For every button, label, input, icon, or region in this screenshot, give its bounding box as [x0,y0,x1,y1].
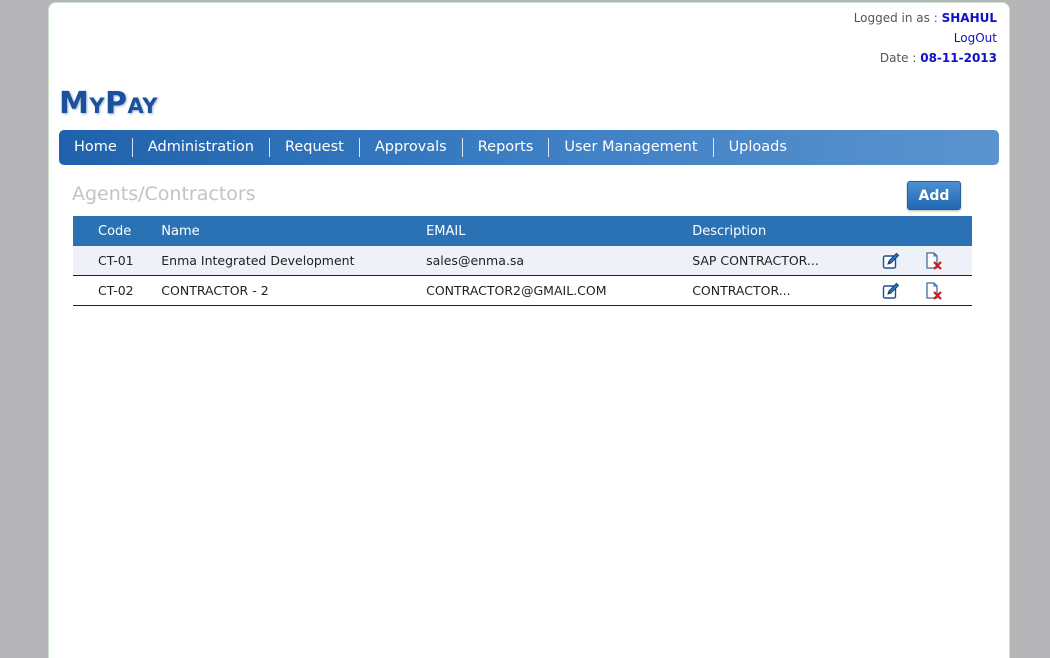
nav-item-uploads[interactable]: Uploads [712,138,802,157]
page-container: Logged in as : SHAHUL LogOut Date : 08-1… [48,2,1010,658]
logged-in-line: Logged in as : SHAHUL [854,8,997,28]
edit-icon[interactable] [881,281,901,301]
user-info: Logged in as : SHAHUL LogOut Date : 08-1… [854,8,997,68]
table-header-row: Code Name EMAIL Description [73,216,972,246]
main-nav: Home Administration Request Approvals Re… [59,130,999,165]
nav-item-reports[interactable]: Reports [461,138,549,157]
cell-description: CONTRACTOR... [692,275,876,306]
nav-item-administration[interactable]: Administration [131,138,269,157]
cell-email: CONTRACTOR2@GMAIL.COM [426,275,693,306]
column-header-email[interactable]: EMAIL [426,216,693,246]
page-title: Agents/Contractors [72,183,256,205]
delete-icon[interactable] [923,281,943,301]
nav-item-request[interactable]: Request [268,138,359,157]
cell-actions [875,275,972,306]
table-row: CT-01 Enma Integrated Development sales@… [73,246,972,276]
logged-in-label: Logged in as : [853,11,942,25]
cell-description: SAP CONTRACTOR... [692,246,876,276]
username: SHAHUL [941,11,997,25]
column-header-name[interactable]: Name [161,216,427,246]
edit-icon[interactable] [881,251,901,271]
app-logo[interactable]: MyPay [59,86,158,121]
delete-icon[interactable] [923,251,943,271]
date-label: Date : [879,51,921,65]
cell-name: CONTRACTOR - 2 [161,275,427,306]
cell-actions [875,246,972,276]
column-header-description[interactable]: Description [692,216,876,246]
date-line: Date : 08-11-2013 [854,48,997,68]
contractors-table: Code Name EMAIL Description CT-01 Enma I… [73,216,972,306]
column-header-actions [875,216,972,246]
logout-link[interactable]: LogOut [954,31,997,45]
cell-code: CT-02 [73,275,162,306]
add-button[interactable]: Add [907,181,961,210]
cell-email: sales@enma.sa [426,246,693,276]
cell-code: CT-01 [73,246,162,276]
nav-item-home[interactable]: Home [59,138,132,157]
date-value: 08-11-2013 [920,51,997,65]
table-row: CT-02 CONTRACTOR - 2 CONTRACTOR2@GMAIL.C… [73,275,972,306]
cell-name: Enma Integrated Development [161,246,427,276]
nav-item-approvals[interactable]: Approvals [358,138,462,157]
nav-item-user-management[interactable]: User Management [548,138,712,157]
column-header-code[interactable]: Code [73,216,162,246]
